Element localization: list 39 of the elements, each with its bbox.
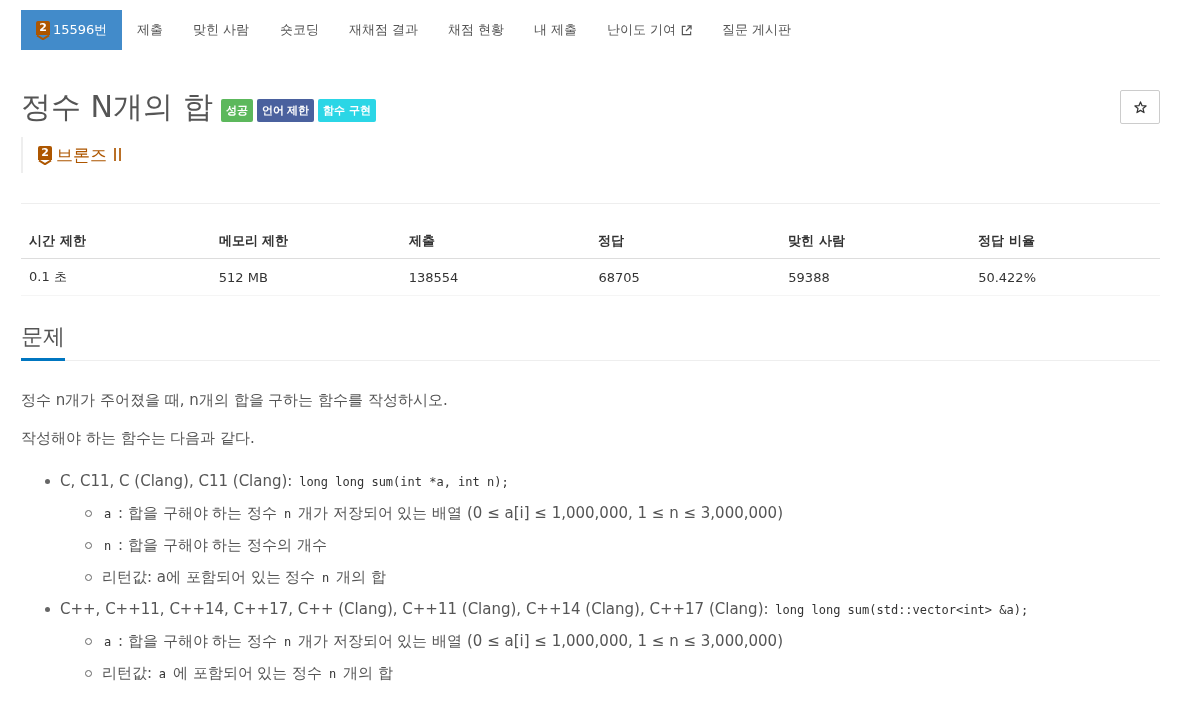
list-item-text: n : 합을 구해야 하는 정수의 개수 xyxy=(103,535,327,555)
problem-tag[interactable]: 언어 제한 xyxy=(256,98,315,122)
list-item-text: C, C11, C (Clang), C11 (Clang): long long sum(int *a, int n); xyxy=(60,472,510,490)
table-cell: 59388 xyxy=(780,258,971,296)
nav-tab[interactable]: 2 15596번 xyxy=(21,10,123,50)
nav-tab[interactable]: 난이도 기여 xyxy=(591,10,708,50)
nav-tab[interactable]: 내 제출 xyxy=(518,10,592,50)
star-button[interactable] xyxy=(1120,90,1160,124)
nav-tab[interactable]: 제출 xyxy=(122,10,179,50)
paragraph: 정수 n개가 주어졌을 때, n개의 합을 구하는 함수를 작성하시오. xyxy=(21,390,449,411)
nav-tab[interactable]: 숏코딩 xyxy=(264,10,334,50)
column-header: 맞힌 사람 xyxy=(780,224,971,259)
column-header: 메모리 제한 xyxy=(210,224,401,259)
external-link-icon xyxy=(681,24,693,36)
list-item-text: a : 합을 구해야 하는 정수 n 개가 저장되어 있는 배열 (0 ≤ a[i] ≤ 1,000,000, 1 ≤ n ≤ 3,000,000) xyxy=(103,503,783,523)
nav-tab[interactable]: 재채점 결과 xyxy=(333,10,433,50)
bullet-icon xyxy=(45,606,50,612)
column-header: 시간 제한 xyxy=(21,224,211,259)
star-icon xyxy=(1133,100,1147,114)
bullet-icon xyxy=(45,478,50,484)
table-cell: 50.422% xyxy=(970,258,1160,296)
paragraph: 작성해야 하는 함수는 다음과 같다. xyxy=(21,428,256,449)
table-cell: 138554 xyxy=(400,258,591,296)
table-cell: 68705 xyxy=(590,258,781,296)
table-cell: 512 MB xyxy=(210,258,401,296)
table-cell: 0.1 초 xyxy=(21,258,211,296)
list-item-text: a : 합을 구해야 하는 정수 n 개가 저장되어 있는 배열 (0 ≤ a[i] ≤ 1,000,000, 1 ≤ n ≤ 3,000,000) xyxy=(103,631,783,651)
list-item-text: C++, C++11, C++14, C++17, C++ (Clang), C++11 (Clang), C++14 (Clang), C++17 (Clang): long long sum(std::vector<int> &a); xyxy=(60,600,1030,618)
tier-link[interactable]: 브론즈 II xyxy=(56,143,123,167)
column-header: 정답 xyxy=(590,224,781,259)
list-item-text: 리턴값: a에 포함되어 있는 정수 n 개의 합 xyxy=(102,567,386,587)
nav-tab[interactable]: 질문 게시판 xyxy=(707,10,807,50)
section-heading: 문제 xyxy=(21,322,65,361)
problem-title: 정수 N개의 합 xyxy=(21,88,213,126)
column-header: 정답 비율 xyxy=(970,224,1160,259)
nav-tab[interactable]: 채점 현황 xyxy=(432,10,519,50)
column-header: 제출 xyxy=(400,224,591,259)
list-item-text: 리턴값: a 에 포함되어 있는 정수 n 개의 합 xyxy=(102,663,393,683)
nav-tab[interactable]: 맞힌 사람 xyxy=(178,10,265,50)
